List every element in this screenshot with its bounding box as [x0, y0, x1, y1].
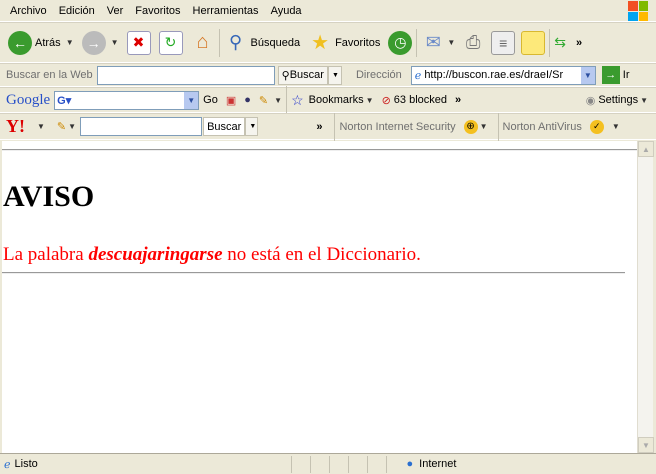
go-arrow-icon[interactable]: →	[601, 66, 620, 84]
search-dropdown[interactable]: ▼	[327, 65, 342, 85]
menu-favoritos[interactable]: Favoritos	[129, 5, 186, 17]
web-search-input[interactable]	[96, 65, 275, 85]
settings-button[interactable]: Settings	[598, 94, 638, 106]
google-g-icon: G▾	[57, 94, 72, 107]
search-icon: ⚲	[228, 32, 243, 52]
edit-icon[interactable]: ≡	[491, 30, 516, 55]
menu-edicion[interactable]: Edición	[53, 5, 101, 17]
separator	[497, 112, 499, 141]
chevron-down-icon[interactable]: ▼	[184, 91, 199, 109]
menu-herramientas[interactable]: Herramientas	[187, 5, 265, 17]
status-bar: ℯ Listo ● Internet	[0, 453, 656, 474]
norton-antivirus-button[interactable]: Norton AntiVirus	[503, 121, 582, 133]
error-message: La palabra descuajaringarse no está en e…	[3, 244, 421, 265]
menu-bar: Archivo Edición Ver Favoritos Herramient…	[0, 0, 656, 22]
separator	[416, 28, 418, 57]
bookmarks-star-icon: ☆	[291, 91, 304, 108]
web-search-button[interactable]: ⚲ Buscar	[277, 65, 328, 85]
menu-archivo[interactable]: Archivo	[4, 5, 53, 17]
vertical-scrollbar[interactable]: ▲ ▼	[637, 141, 654, 453]
separator	[218, 28, 220, 57]
globe-icon[interactable]: ●	[244, 94, 251, 106]
search-icon: ⚲	[281, 69, 290, 82]
google-search-input[interactable]: G▾ ▼	[54, 90, 200, 110]
norton-security-button[interactable]: Norton Internet Security	[339, 121, 455, 133]
pencil-icon[interactable]: ✎	[57, 120, 66, 133]
more-chevron-icon[interactable]: »	[316, 121, 322, 133]
separator	[286, 86, 288, 114]
history-icon[interactable]: ◷	[388, 30, 413, 55]
back-button[interactable]: ← Atrás ▼	[8, 30, 74, 55]
zone-text: Internet	[419, 458, 457, 470]
yahoo-toolbar: Y! ▼ ✎ ▼ Buscar ▼ » Norton Internet Securi…	[0, 112, 656, 141]
yahoo-logo[interactable]: Y!	[6, 116, 25, 137]
yahoo-search-input[interactable]	[80, 117, 203, 136]
stop-icon[interactable]: ✖	[126, 30, 151, 55]
separator	[334, 112, 336, 141]
google-logo: Google	[6, 91, 51, 108]
search-address-bar: Buscar en la Web ⚲ Buscar ▼ Dirección ℯ ht…	[0, 63, 656, 87]
messenger-icon[interactable]: ⇆	[554, 34, 566, 51]
home-icon[interactable]: ⌂	[191, 31, 215, 55]
menu-ver[interactable]: Ver	[101, 5, 130, 17]
forward-arrow-icon: →	[81, 30, 106, 55]
top-divider	[2, 149, 638, 151]
more-chevron-icon[interactable]: »	[455, 94, 461, 106]
print-icon[interactable]: ⎙	[461, 31, 485, 55]
search-button[interactable]: ⚲ Búsqueda	[224, 31, 300, 55]
go-button[interactable]: Ir	[623, 69, 630, 81]
note-icon[interactable]	[521, 30, 546, 55]
more-chevron-icon[interactable]: »	[576, 37, 582, 49]
norton-globe-icon[interactable]: ⊕	[463, 119, 478, 134]
bookmarks-button[interactable]: Bookmarks	[309, 94, 364, 106]
refresh-icon[interactable]: ↻	[158, 30, 183, 55]
yahoo-search-button[interactable]: Buscar	[203, 117, 246, 136]
chevron-down-icon[interactable]: ▼	[111, 38, 119, 47]
status-text: Listo	[14, 458, 38, 470]
separator	[549, 28, 551, 57]
back-arrow-icon: ←	[8, 30, 32, 55]
pagerank-icon[interactable]: ▣	[226, 94, 236, 107]
star-icon: ★	[311, 32, 330, 54]
popup-blocked-count[interactable]: 63 blocked	[394, 94, 447, 106]
address-dropdown[interactable]: ▼	[580, 66, 595, 84]
scroll-down-button[interactable]: ▼	[638, 437, 654, 453]
internet-globe-icon: ●	[406, 458, 414, 470]
favorites-button[interactable]: ★ Favoritos	[308, 31, 380, 55]
searched-word: descuajaringarse	[88, 244, 223, 265]
page-done-icon: ℯ	[4, 458, 11, 471]
chevron-down-icon[interactable]: ▼	[66, 38, 74, 47]
norton-check-icon[interactable]: ✓	[589, 119, 604, 134]
yahoo-search-dropdown[interactable]: ▼	[245, 117, 259, 136]
google-toolbar: Google G▾ ▼ Go ▣ ● ✎ ▼ ☆ Bookmarks ▼ ⊘ 63 b…	[0, 86, 656, 114]
popup-blocker-icon: ⊘	[381, 94, 391, 107]
page-content: AVISO La palabra descuajaringarse no est…	[2, 141, 638, 453]
ie-page-icon: ℯ	[414, 69, 422, 82]
menu-ayuda[interactable]: Ayuda	[265, 5, 308, 17]
forward-button[interactable]: → ▼	[81, 30, 119, 55]
bottom-divider	[2, 272, 625, 274]
page-heading: AVISO	[3, 180, 95, 213]
address-input[interactable]: ℯ http://buscon.rae.es/draeI/Sr ▼	[410, 65, 596, 85]
scroll-up-button[interactable]: ▲	[638, 141, 654, 157]
mail-icon[interactable]: ✉	[421, 31, 445, 55]
standard-toolbar: ← Atrás ▼ → ▼ ✖ ↻ ⌂ ⚲ Búsqueda ★ Favoritos ◷ …	[0, 22, 656, 63]
google-go-button[interactable]: Go	[203, 94, 218, 106]
highlight-icon[interactable]: ✎	[259, 94, 268, 107]
windows-logo-icon	[628, 1, 648, 21]
settings-icon: ◉	[585, 94, 596, 107]
